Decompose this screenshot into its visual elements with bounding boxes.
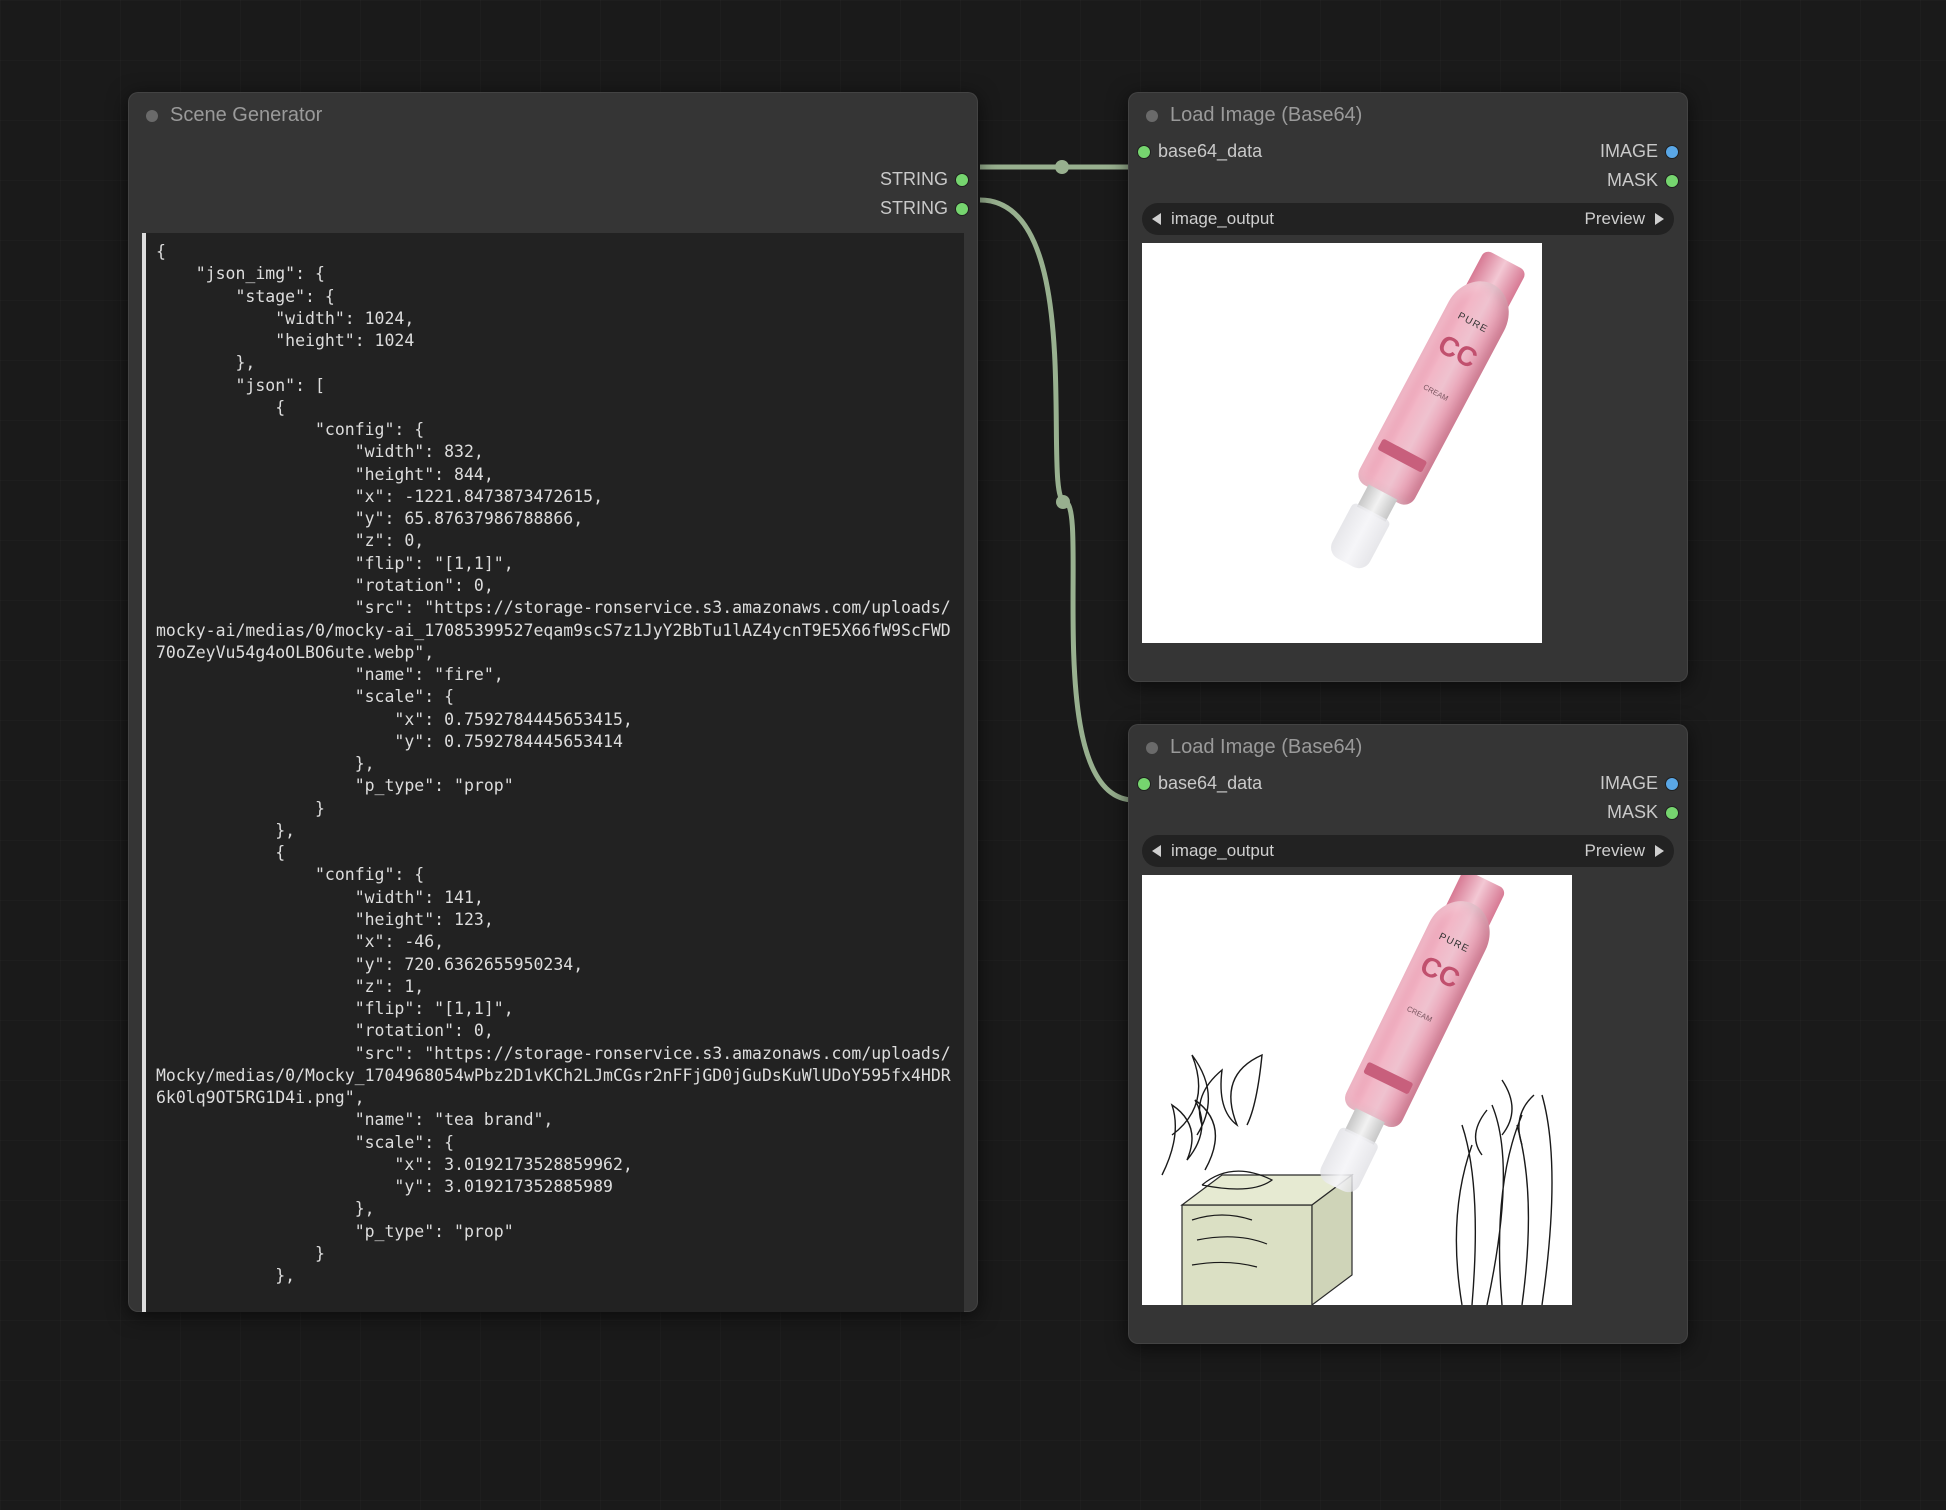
- output-port-image[interactable]: IMAGE: [1594, 771, 1684, 796]
- port-dot-icon[interactable]: [1138, 146, 1150, 158]
- chevron-right-icon[interactable]: [1655, 845, 1664, 857]
- output-port-string-0[interactable]: STRING: [874, 167, 974, 192]
- port-dot-icon[interactable]: [956, 203, 968, 215]
- collapse-dot-icon[interactable]: [1146, 110, 1158, 122]
- node-load-image-1[interactable]: Load Image (Base64) base64_data IMAGE MA…: [1128, 92, 1688, 682]
- code-textarea[interactable]: { "json_img": { "stage": { "width": 1024…: [142, 233, 964, 1312]
- selector-label: image_output: [1171, 209, 1274, 229]
- port-dot-icon[interactable]: [1666, 146, 1678, 158]
- collapse-dot-icon[interactable]: [1146, 742, 1158, 754]
- port-dot-icon[interactable]: [1666, 778, 1678, 790]
- node-header[interactable]: Scene Generator: [128, 92, 978, 137]
- output-port-mask[interactable]: MASK: [1601, 800, 1684, 825]
- chevron-right-icon[interactable]: [1655, 213, 1664, 225]
- selector-image-output[interactable]: image_output Preview: [1142, 835, 1674, 867]
- node-title: Load Image (Base64): [1170, 104, 1362, 127]
- chevron-left-icon[interactable]: [1152, 845, 1161, 857]
- port-label: STRING: [880, 169, 948, 190]
- node-header[interactable]: Load Image (Base64): [1128, 92, 1688, 137]
- port-label: IMAGE: [1600, 773, 1658, 794]
- selector-value: Preview: [1585, 841, 1645, 861]
- output-port-string-1[interactable]: STRING: [874, 196, 974, 221]
- port-row: base64_data IMAGE: [1128, 137, 1688, 166]
- port-dot-icon[interactable]: [1138, 778, 1150, 790]
- output-port-row: STRING: [128, 165, 978, 194]
- output-port-mask[interactable]: MASK: [1601, 168, 1684, 193]
- output-port-row: STRING: [128, 194, 978, 223]
- port-label: base64_data: [1158, 773, 1262, 794]
- node-title: Load Image (Base64): [1170, 736, 1362, 759]
- port-label: MASK: [1607, 802, 1658, 823]
- chevron-left-icon[interactable]: [1152, 213, 1161, 225]
- port-row: base64_data IMAGE: [1128, 769, 1688, 798]
- port-dot-icon[interactable]: [956, 174, 968, 186]
- output-port-image[interactable]: IMAGE: [1594, 139, 1684, 164]
- selector-label: image_output: [1171, 841, 1274, 861]
- port-row: MASK: [1128, 166, 1688, 195]
- port-label: STRING: [880, 198, 948, 219]
- node-scene-generator[interactable]: Scene Generator STRING STRING { "json_im…: [128, 92, 978, 1312]
- input-port-base64[interactable]: base64_data: [1132, 139, 1268, 164]
- input-port-base64[interactable]: base64_data: [1132, 771, 1268, 796]
- image-preview: PURE CC CREAM: [1142, 243, 1542, 643]
- port-label: base64_data: [1158, 141, 1262, 162]
- port-row: MASK: [1128, 798, 1688, 827]
- node-load-image-2[interactable]: Load Image (Base64) base64_data IMAGE MA…: [1128, 724, 1688, 1344]
- image-preview: PURE CC CREAM: [1142, 875, 1572, 1305]
- port-dot-icon[interactable]: [1666, 807, 1678, 819]
- port-label: IMAGE: [1600, 141, 1658, 162]
- collapse-dot-icon[interactable]: [146, 110, 158, 122]
- port-dot-icon[interactable]: [1666, 175, 1678, 187]
- node-title: Scene Generator: [170, 104, 322, 127]
- port-label: MASK: [1607, 170, 1658, 191]
- node-header[interactable]: Load Image (Base64): [1128, 724, 1688, 769]
- selector-value: Preview: [1585, 209, 1645, 229]
- selector-image-output[interactable]: image_output Preview: [1142, 203, 1674, 235]
